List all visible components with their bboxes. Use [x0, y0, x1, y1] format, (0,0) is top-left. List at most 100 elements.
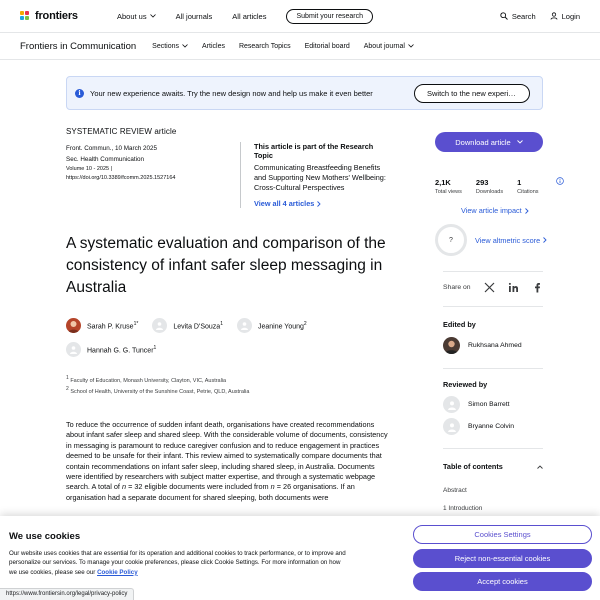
- banner-text: Your new experience awaits. Try the new …: [90, 88, 373, 98]
- cookie-text: Our website uses cookies that are essent…: [9, 550, 346, 576]
- jnav-articles[interactable]: Articles: [202, 43, 225, 50]
- stat-value: 293: [475, 178, 489, 187]
- reviewer-name: Simon Barrett: [468, 401, 510, 408]
- author-photo-icon: [68, 321, 79, 333]
- cookie-policy-link[interactable]: Cookie Policy: [97, 569, 138, 576]
- chevron-down-icon: [516, 140, 523, 144]
- author-name: Jeanine Young2: [257, 320, 307, 331]
- top-navigation: frontiers About us All journals All arti…: [0, 0, 600, 33]
- info-icon[interactable]: [556, 177, 564, 185]
- reviewer-item[interactable]: Simon Barrett: [443, 396, 510, 413]
- affiliation-item: 2 School of Health, University of the Su…: [66, 385, 250, 395]
- login-label: Login: [561, 11, 580, 21]
- author-avatar: [236, 318, 252, 333]
- new-experience-banner: i Your new experience awaits. Try the ne…: [66, 76, 543, 110]
- altmetric-widget: ? View altmetric score: [435, 224, 547, 256]
- journal-name-link[interactable]: Frontiers in Communication: [20, 41, 136, 52]
- jnav-sections[interactable]: Sections: [152, 43, 188, 50]
- table-of-contents-toggle[interactable]: Table of contents: [443, 462, 543, 471]
- editor-avatar: [443, 337, 460, 354]
- frontiers-logo[interactable]: frontiers: [20, 10, 98, 22]
- author-item[interactable]: Levita D'Souza1: [152, 318, 223, 333]
- editor-item[interactable]: Rukhsana Ahmed: [443, 337, 522, 354]
- nav-about-us[interactable]: About us: [117, 12, 156, 21]
- stat-value: 2,1K: [435, 178, 451, 187]
- reviewed-by-label: Reviewed by: [443, 380, 488, 389]
- stat-label: Downloads: [475, 189, 504, 195]
- reject-cookies-button[interactable]: Reject non-essential cookies: [413, 549, 592, 568]
- author-name: Sarah P. Kruse1*: [87, 320, 139, 331]
- view-article-impact-link[interactable]: View article impact: [461, 206, 529, 215]
- toc-item-introduction[interactable]: 1 Introduction: [443, 505, 482, 512]
- divider: [443, 306, 543, 307]
- status-bar-url: https://www.frontiersin.org/legal/privac…: [0, 588, 135, 600]
- affiliation-item: 1 Faculty of Education, Monash Universit…: [66, 375, 227, 384]
- toc-label: Table of contents: [443, 462, 503, 471]
- nav-about-us-label: About us: [117, 11, 147, 21]
- download-article-button[interactable]: Download article: [435, 132, 543, 152]
- toc-item-abstract[interactable]: Abstract: [443, 487, 467, 494]
- search-button[interactable]: Search: [500, 12, 536, 21]
- citation-meta: Front. Commun., 10 March 2025 Sec. Healt…: [66, 143, 175, 183]
- divider: [443, 448, 543, 449]
- research-topic-title[interactable]: Communicating Breastfeeding Benefits and…: [254, 163, 390, 193]
- chevron-down-icon: [149, 14, 156, 18]
- reviewer-name: Bryanne Colvin: [468, 423, 515, 430]
- jnav-editorial-board[interactable]: Editorial board: [305, 43, 350, 50]
- author-avatar: [152, 318, 168, 333]
- jnav-research-topics[interactable]: Research Topics: [239, 43, 291, 50]
- stat-label: Total views: [435, 189, 462, 195]
- edited-by-label: Edited by: [443, 320, 476, 329]
- editor-name: Rukhsana Ahmed: [468, 342, 522, 349]
- stat-citations: 1 Citations: [517, 178, 538, 195]
- view-altmetric-label: View altmetric score: [475, 235, 541, 245]
- citation-volume: Volume 10 - 2025 |: [66, 166, 113, 172]
- stat-downloads: 293 Downloads: [476, 178, 503, 195]
- research-topic-label: This article is part of the Research Top…: [254, 142, 374, 160]
- author-item[interactable]: Hannah G. G. Tuncer1: [66, 342, 156, 357]
- journal-navigation: Frontiers in Communication Sections Arti…: [0, 33, 600, 60]
- stat-total-views: 2,1K Total views: [435, 178, 462, 195]
- search-label: Search: [511, 11, 536, 21]
- user-placeholder-icon: [447, 422, 456, 432]
- citation-section[interactable]: Sec. Health Communication: [66, 154, 175, 165]
- share-label: Share on: [443, 284, 471, 291]
- author-item[interactable]: Jeanine Young2: [236, 318, 307, 333]
- chevron-right-icon: [317, 200, 321, 207]
- submit-research-button[interactable]: Submit your research: [286, 8, 374, 24]
- user-placeholder-icon: [70, 346, 77, 354]
- frontiers-logo-icon: [20, 10, 31, 22]
- x-twitter-icon[interactable]: [484, 282, 495, 293]
- view-altmetric-link[interactable]: View altmetric score: [475, 236, 547, 245]
- chevron-down-icon: [182, 44, 188, 48]
- facebook-icon[interactable]: [532, 282, 543, 293]
- article-type: SYSTEMATIC REVIEW article: [66, 127, 177, 136]
- jnav-about-journal[interactable]: About journal: [364, 43, 414, 50]
- reviewer-avatar: [443, 396, 460, 413]
- affiliations: 1 Faculty of Education, Monash Universit…: [66, 374, 249, 396]
- altmetric-badge[interactable]: ?: [435, 224, 467, 256]
- reviewer-item[interactable]: Bryanne Colvin: [443, 418, 514, 435]
- switch-experience-button[interactable]: Switch to the new experience: [414, 83, 530, 103]
- chevron-up-icon: [537, 464, 543, 469]
- stat-value: 1: [517, 178, 522, 187]
- user-icon: [550, 12, 558, 20]
- linkedin-icon[interactable]: [508, 282, 519, 293]
- stat-label: Citations: [517, 189, 539, 195]
- view-all-articles-link[interactable]: View all 4 articles: [254, 199, 390, 208]
- divider: [443, 271, 543, 272]
- topnav-right: Search Login: [500, 12, 580, 21]
- share-bar: Share on: [443, 282, 543, 293]
- author-name: Levita D'Souza1: [173, 320, 223, 331]
- chevron-right-icon: [524, 207, 529, 214]
- doi-link[interactable]: https://doi.org/10.3389/fcomm.2025.15271…: [66, 174, 175, 183]
- accept-cookies-button[interactable]: Accept cookies: [413, 572, 592, 591]
- author-item[interactable]: Sarah P. Kruse1*: [66, 318, 138, 333]
- login-button[interactable]: Login: [550, 12, 580, 21]
- author-name: Hannah G. G. Tuncer1: [87, 344, 157, 355]
- cookies-settings-button[interactable]: Cookies Settings: [413, 525, 592, 544]
- article-title: A systematic evaluation and comparison o…: [66, 235, 386, 296]
- nav-all-journals[interactable]: All journals: [176, 12, 213, 21]
- nav-all-articles[interactable]: All articles: [232, 12, 266, 21]
- chevron-down-icon: [408, 44, 414, 48]
